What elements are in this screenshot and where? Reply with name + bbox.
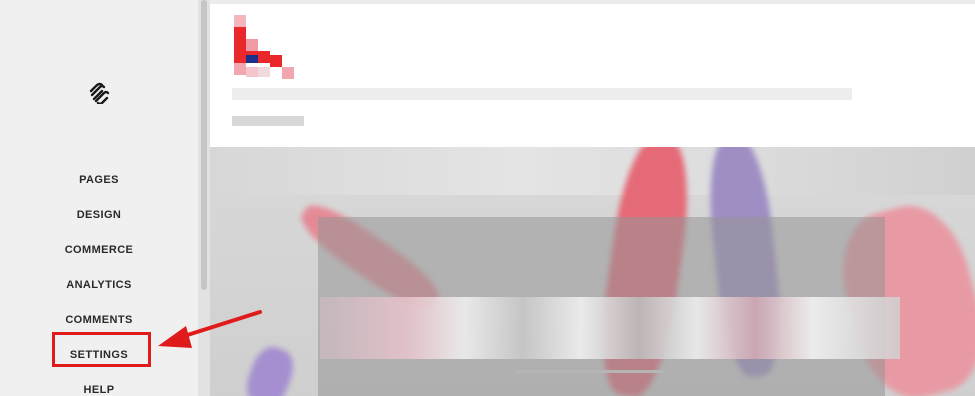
sidebar-item-analytics[interactable]: ANALYTICS xyxy=(0,279,198,291)
sidebar-scrollbar-thumb[interactable] xyxy=(201,0,207,290)
squarespace-logo-icon[interactable] xyxy=(87,82,111,104)
sidebar-item-pages[interactable]: PAGES xyxy=(0,174,198,186)
blurred-headline xyxy=(320,297,900,359)
hero-banner xyxy=(210,147,975,396)
site-preview xyxy=(210,0,975,396)
blurred-subtitle xyxy=(232,116,304,126)
sidebar-item-help[interactable]: HELP xyxy=(0,384,198,396)
red-arrow-icon xyxy=(158,310,262,348)
sidebar-item-design[interactable]: DESIGN xyxy=(0,209,198,221)
site-logo-icon[interactable] xyxy=(232,15,298,79)
settings-highlight-box xyxy=(52,332,151,367)
blurred-tagline xyxy=(232,88,852,100)
sidebar-item-commerce[interactable]: COMMERCE xyxy=(0,244,198,256)
preview-header xyxy=(210,4,975,147)
